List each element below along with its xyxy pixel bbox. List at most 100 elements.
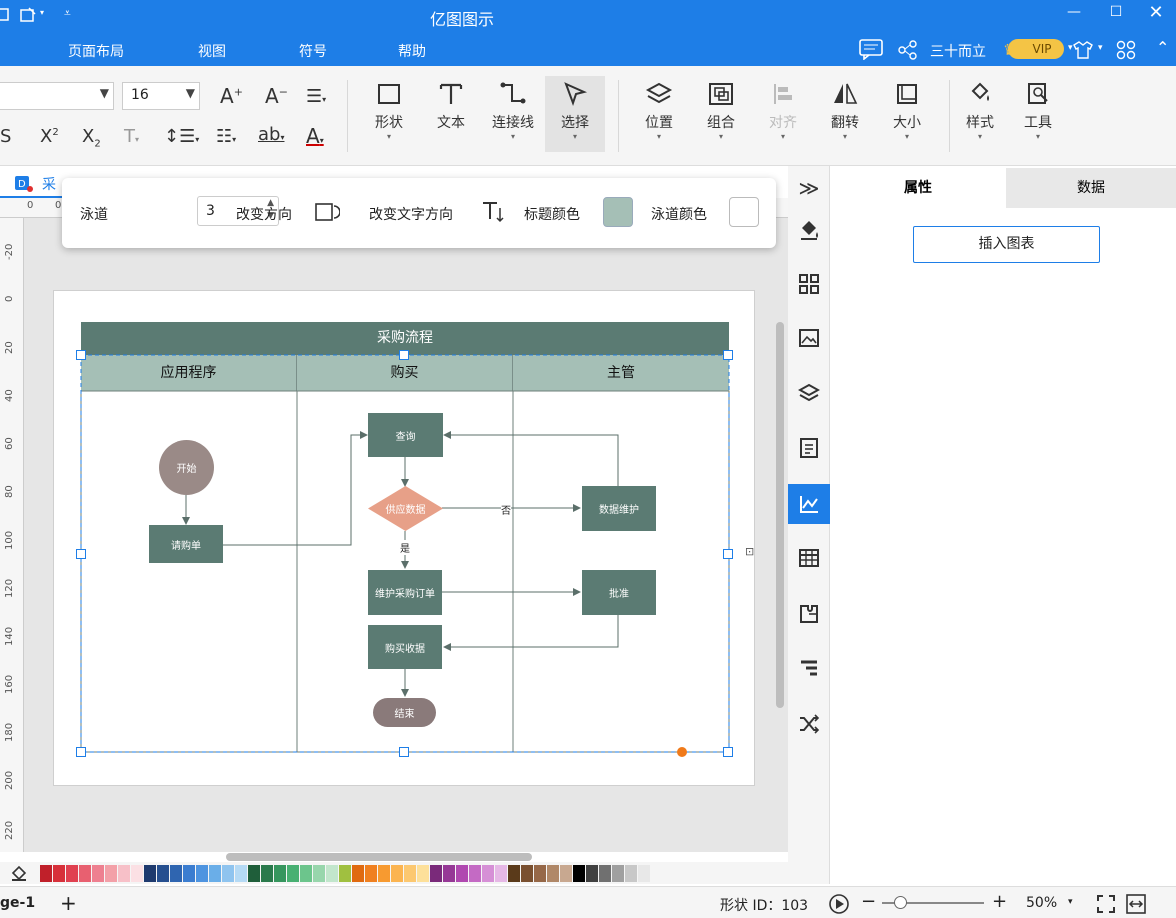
zoom-level[interactable]: 50%	[1026, 895, 1057, 911]
zoom-out-icon[interactable]: −	[861, 891, 876, 912]
color-swatch[interactable]	[599, 865, 611, 882]
color-swatch[interactable]	[222, 865, 234, 882]
horizontal-scrollbar[interactable]	[226, 853, 532, 861]
color-swatch[interactable]	[625, 865, 637, 882]
query-node[interactable]: 查询	[368, 413, 443, 457]
fill-bucket-icon[interactable]	[10, 865, 28, 881]
palette-swatches[interactable]	[40, 865, 651, 882]
tab-properties[interactable]: 属性	[830, 168, 1006, 208]
color-swatch[interactable]	[287, 865, 299, 882]
color-swatch[interactable]	[248, 865, 260, 882]
layers-panel-icon[interactable]	[788, 374, 830, 414]
receipt-node[interactable]: 购买收据	[368, 625, 442, 669]
color-swatch[interactable]	[391, 865, 403, 882]
color-swatch[interactable]	[547, 865, 559, 882]
maintain-data-node[interactable]: 数据维护	[582, 486, 656, 531]
color-swatch[interactable]	[339, 865, 351, 882]
change-direction-label[interactable]: 改变方向	[236, 204, 292, 224]
color-swatch[interactable]	[521, 865, 533, 882]
change-text-direction-label[interactable]: 改变文字方向	[369, 204, 453, 224]
color-swatch[interactable]	[274, 865, 286, 882]
color-swatch[interactable]	[196, 865, 208, 882]
color-swatch[interactable]	[495, 865, 507, 882]
resize-handle[interactable]	[76, 747, 86, 757]
color-swatch[interactable]	[586, 865, 598, 882]
color-swatch[interactable]	[534, 865, 546, 882]
color-swatch[interactable]	[170, 865, 182, 882]
supply-decision-node[interactable]: 供应数据	[368, 486, 443, 531]
color-swatch[interactable]	[92, 865, 104, 882]
color-swatch[interactable]	[326, 865, 338, 882]
color-swatch[interactable]	[404, 865, 416, 882]
page-tab[interactable]: ge-1	[0, 895, 35, 911]
change-direction-icon[interactable]	[314, 200, 340, 224]
color-swatch[interactable]	[144, 865, 156, 882]
color-swatch[interactable]	[638, 865, 650, 882]
color-swatch[interactable]	[40, 865, 52, 882]
color-swatch[interactable]	[352, 865, 364, 882]
color-swatch[interactable]	[456, 865, 468, 882]
color-swatch[interactable]	[560, 865, 572, 882]
end-node[interactable]: 结束	[373, 698, 436, 727]
color-swatch[interactable]	[365, 865, 377, 882]
color-swatch[interactable]	[508, 865, 520, 882]
color-swatch[interactable]	[430, 865, 442, 882]
puzzle-icon[interactable]	[788, 594, 830, 634]
add-page-icon[interactable]: +	[60, 891, 77, 915]
color-swatch[interactable]	[417, 865, 429, 882]
fit-page-icon[interactable]	[1096, 894, 1116, 914]
color-swatch[interactable]	[105, 865, 117, 882]
collapse-panel-icon[interactable]: ≫	[788, 168, 830, 208]
color-swatch[interactable]	[573, 865, 585, 882]
vertical-scrollbar[interactable]	[776, 322, 784, 708]
resize-handle[interactable]	[399, 350, 409, 360]
insert-chart-button[interactable]: 插入图表	[913, 226, 1100, 263]
color-swatch[interactable]	[443, 865, 455, 882]
tab-data[interactable]: 数据	[1006, 168, 1176, 208]
zoom-dropdown-icon[interactable]: ▾	[1068, 897, 1073, 907]
fill-panel-icon[interactable]	[788, 210, 830, 250]
color-swatch[interactable]	[183, 865, 195, 882]
color-swatch[interactable]	[261, 865, 273, 882]
resize-handle[interactable]	[76, 350, 86, 360]
color-swatch[interactable]	[118, 865, 130, 882]
shuffle-icon[interactable]	[788, 704, 830, 744]
resize-handle[interactable]	[723, 350, 733, 360]
control-point[interactable]	[677, 747, 687, 757]
color-swatch[interactable]	[612, 865, 624, 882]
image-icon[interactable]	[788, 318, 830, 358]
color-swatch[interactable]	[378, 865, 390, 882]
request-node[interactable]: 请购单	[149, 525, 223, 563]
text-direction-icon[interactable]	[480, 200, 504, 224]
chart-panel-icon[interactable]	[788, 484, 830, 524]
color-swatch[interactable]	[300, 865, 312, 882]
title-color-swatch[interactable]	[603, 197, 633, 227]
gantt-icon[interactable]	[788, 648, 830, 688]
color-swatch[interactable]	[209, 865, 221, 882]
approve-node[interactable]: 批准	[582, 570, 656, 615]
color-swatch[interactable]	[313, 865, 325, 882]
table-icon[interactable]	[788, 538, 830, 578]
color-swatch[interactable]	[157, 865, 169, 882]
maintain-order-node[interactable]: 维护采购订单	[368, 570, 442, 615]
resize-handle[interactable]	[723, 747, 733, 757]
lane-color-swatch[interactable]	[729, 197, 759, 227]
start-node[interactable]: 开始	[159, 440, 214, 495]
color-swatch[interactable]	[469, 865, 481, 882]
fit-width-icon[interactable]	[1126, 894, 1146, 914]
color-swatch[interactable]	[66, 865, 78, 882]
color-swatch[interactable]	[131, 865, 143, 882]
zoom-slider-thumb[interactable]	[894, 896, 907, 909]
side-handle-icon[interactable]: ⊡	[745, 545, 754, 558]
resize-handle[interactable]	[723, 549, 733, 559]
color-swatch[interactable]	[53, 865, 65, 882]
color-swatch[interactable]	[235, 865, 247, 882]
color-swatch[interactable]	[482, 865, 494, 882]
play-icon[interactable]	[828, 893, 850, 915]
color-swatch[interactable]	[79, 865, 91, 882]
zoom-in-icon[interactable]: +	[992, 891, 1007, 912]
widgets-icon[interactable]	[788, 264, 830, 304]
page-panel-icon[interactable]	[788, 428, 830, 468]
resize-handle[interactable]	[76, 549, 86, 559]
resize-handle[interactable]	[399, 747, 409, 757]
